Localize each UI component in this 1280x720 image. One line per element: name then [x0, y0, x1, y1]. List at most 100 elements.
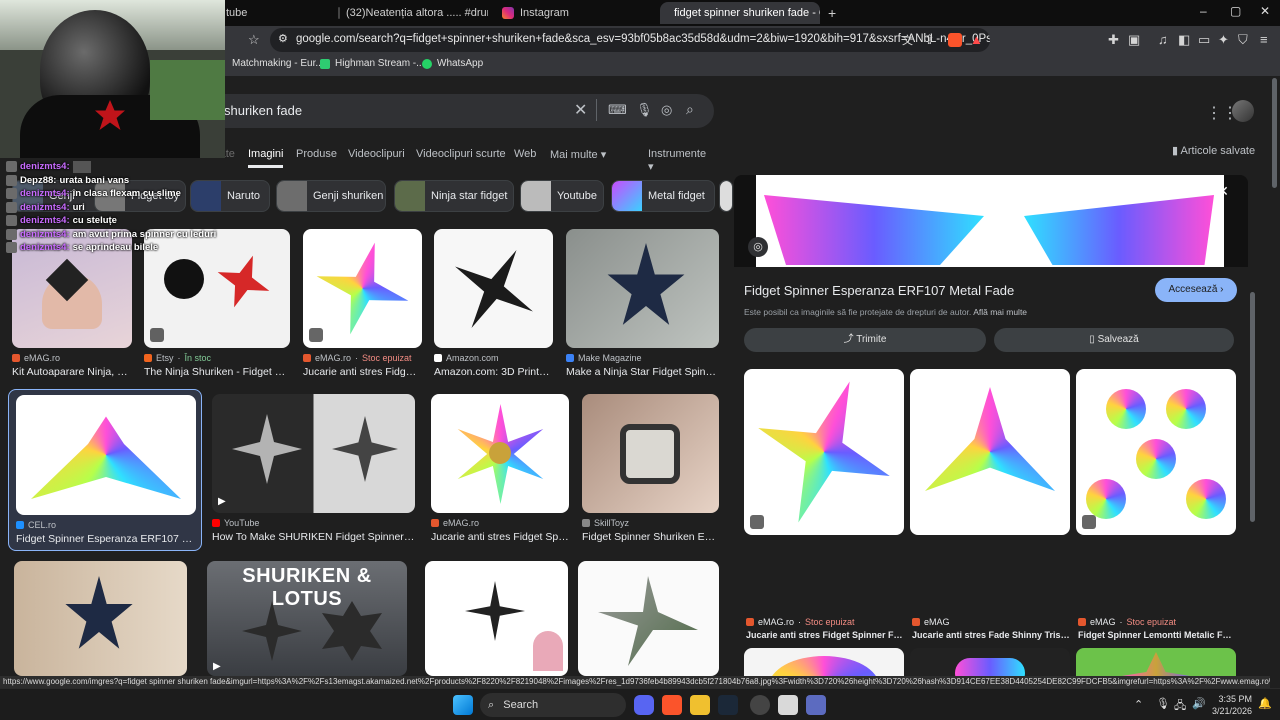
- taskbar-search[interactable]: ⌕ Search: [480, 693, 626, 717]
- saved-items-link[interactable]: ▮ Articole salvate: [1172, 144, 1255, 157]
- emag-icon: [1078, 618, 1086, 626]
- app-icon[interactable]: [778, 695, 798, 715]
- browser-tab-tiktok[interactable]: (32)Neatenția altora ..... #drumuribun: [338, 2, 488, 24]
- brave-shield-icon[interactable]: [948, 33, 962, 47]
- source-name: eMAG.ro: [315, 353, 352, 363]
- tab-tools[interactable]: Instrumente ▾: [648, 148, 710, 173]
- related-card[interactable]: [744, 648, 904, 676]
- emag-icon: [303, 354, 311, 362]
- tab-web[interactable]: Web: [514, 148, 536, 160]
- close-window-button[interactable]: ✕: [1260, 4, 1270, 18]
- menu-icon[interactable]: ≡: [1260, 32, 1268, 47]
- sidebar-icon[interactable]: ◧: [1178, 32, 1190, 48]
- metal-spinner-shape: [620, 424, 680, 484]
- wallet-icon[interactable]: ▭: [1198, 32, 1210, 48]
- minimize-button[interactable]: –: [1200, 4, 1207, 18]
- leo-ai-icon[interactable]: ✦: [1218, 32, 1229, 48]
- lens-icon[interactable]: ◎: [661, 102, 672, 118]
- vpn-icon[interactable]: ⛉: [1238, 32, 1248, 48]
- voice-search-icon[interactable]: 🎙: [636, 102, 653, 118]
- result-card[interactable]: [578, 561, 719, 676]
- chat-message: denizmts4:: [6, 160, 236, 174]
- result-card[interactable]: [425, 561, 568, 676]
- bookmark-matchmaking[interactable]: Matchmaking - Eur...: [232, 58, 324, 69]
- brave-icon[interactable]: [662, 695, 682, 715]
- result-card[interactable]: Make Magazine Make a Ninja Star Fidget S…: [566, 229, 719, 381]
- file-explorer-icon[interactable]: [690, 695, 710, 715]
- brave-rewards-icon[interactable]: ▲: [970, 32, 983, 47]
- chip-youtube[interactable]: Youtube: [520, 180, 604, 212]
- obs-icon[interactable]: [750, 695, 770, 715]
- share-icon[interactable]: ⇪: [924, 32, 935, 48]
- keyboard-icon[interactable]: ⌨: [608, 102, 627, 118]
- related-card[interactable]: [910, 648, 1070, 676]
- tab-short-videos[interactable]: Videoclipuri scurte: [416, 148, 506, 160]
- settings-icon[interactable]: [806, 695, 826, 715]
- webcam-overlay: [0, 0, 225, 158]
- result-image: [425, 561, 568, 676]
- new-tab-button[interactable]: +: [828, 2, 842, 24]
- tab-videos[interactable]: Videoclipuri: [348, 148, 405, 160]
- site-info-icon[interactable]: ⚙: [278, 32, 288, 45]
- tab-products[interactable]: Produse: [296, 148, 337, 160]
- spinner-lobe-shape: [1136, 439, 1176, 479]
- bookmark-whatsapp[interactable]: WhatsApp: [422, 58, 483, 69]
- close-preview-icon[interactable]: ✕: [1212, 183, 1234, 205]
- result-card-selected[interactable]: CEL.ro Fidget Spinner Esperanza ERF107 M…: [8, 389, 202, 551]
- result-card[interactable]: ▶ YouTube How To Make SHURIKEN Fidget Sp…: [212, 394, 415, 546]
- chip-more[interactable]: [719, 180, 733, 212]
- learn-more-link[interactable]: Află mai multe: [973, 307, 1027, 317]
- start-icon[interactable]: [453, 695, 473, 715]
- related-card[interactable]: [910, 369, 1070, 535]
- bookmark-highman[interactable]: Highman Stream -...: [320, 58, 424, 69]
- media-icon[interactable]: ♫: [1158, 32, 1168, 47]
- browser-tab-google-active[interactable]: fidget spinner shuriken fade - G ✕: [660, 2, 820, 24]
- steam-icon[interactable]: [718, 695, 738, 715]
- browser-tab-youtube[interactable]: tube: [226, 2, 326, 24]
- extensions-icon[interactable]: ✚: [1108, 32, 1119, 48]
- chip-metal-fidget[interactable]: Metal fidget: [611, 180, 715, 212]
- chat-user: denizmts4:: [20, 161, 70, 173]
- search-box[interactable]: shuriken fade ✕ ⌨ 🎙 ◎ ⌕: [150, 94, 714, 128]
- reader-icon[interactable]: ▣: [1128, 32, 1140, 48]
- tab-more[interactable]: Mai multe ▾: [550, 148, 606, 161]
- visit-button[interactable]: Accesează ›: [1155, 278, 1237, 302]
- address-bar[interactable]: ⚙ google.com/search?q=fidget+spinner+shu…: [270, 28, 990, 52]
- clock[interactable]: 3:35 PM 3/21/2026: [1210, 693, 1252, 717]
- save-label: Salvează: [1097, 334, 1139, 345]
- result-card[interactable]: Amazon.com Amazon.com: 3D Printe...: [434, 229, 553, 381]
- related-card[interactable]: [744, 369, 904, 535]
- network-icon[interactable]: 🖧: [1174, 697, 1186, 716]
- preview-scrollbar[interactable]: [1250, 292, 1255, 522]
- search-icon[interactable]: ⌕: [686, 101, 694, 118]
- discord-icon[interactable]: [634, 695, 654, 715]
- chip-ninja-star-fidget[interactable]: Ninja star fidget: [394, 180, 514, 212]
- browser-tab-instagram[interactable]: Instagram: [502, 2, 652, 24]
- result-card[interactable]: SHURIKEN & LOTUS ▶: [207, 561, 407, 676]
- lens-search-icon[interactable]: ◎: [748, 237, 768, 257]
- result-card[interactable]: eMAG.ro · Stoc epuizat Jucarie anti stre…: [303, 229, 422, 381]
- translate-icon[interactable]: 文: [902, 32, 913, 48]
- result-card[interactable]: [14, 561, 187, 676]
- mic-icon[interactable]: 🎙: [1156, 697, 1170, 710]
- chat-text: urata bani vans: [59, 174, 130, 186]
- clear-search-icon[interactable]: ✕: [574, 100, 587, 120]
- maximize-button[interactable]: ▢: [1230, 4, 1241, 18]
- bookmark-icon[interactable]: ☆: [248, 32, 260, 48]
- chip-thumbnail: [720, 181, 732, 211]
- volume-icon[interactable]: 🔊: [1192, 697, 1206, 710]
- result-card[interactable]: SkillToyz Fidget Spinner Shuriken Ext...: [582, 394, 719, 546]
- tray-chevron-icon[interactable]: ⌃: [1134, 698, 1143, 711]
- result-title: Fidget Spinner Shuriken Ext...: [582, 531, 719, 543]
- preview-image[interactable]: ◎: [734, 175, 1248, 267]
- related-card[interactable]: [1076, 369, 1236, 535]
- tab-images[interactable]: Imagini: [248, 148, 284, 168]
- related-card[interactable]: [1076, 648, 1236, 676]
- result-card[interactable]: eMAG.ro Jucarie anti stres Fidget Spi...: [431, 394, 569, 546]
- page-scrollbar[interactable]: [1272, 78, 1277, 188]
- notification-icon[interactable]: 🔔: [1258, 697, 1272, 710]
- account-avatar[interactable]: [1232, 100, 1254, 122]
- chip-genji-shuriken[interactable]: Genji shuriken: [276, 180, 386, 212]
- save-button[interactable]: ▯ Salvează: [994, 328, 1234, 352]
- share-button[interactable]: ⤴ Trimite: [744, 328, 986, 352]
